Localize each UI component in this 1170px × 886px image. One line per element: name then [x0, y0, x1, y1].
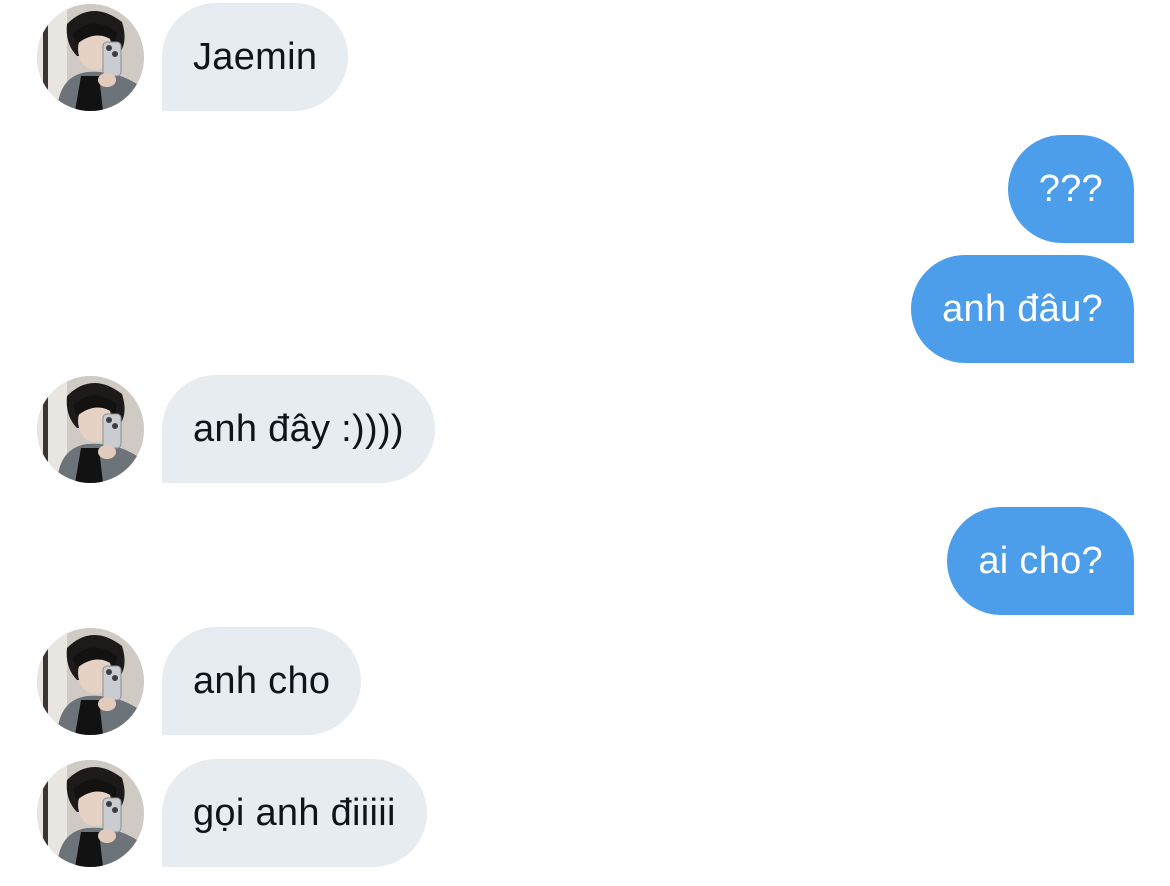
message-bubble-received[interactable]: anh cho [162, 627, 362, 735]
message-bubble-received[interactable]: Jaemin [162, 3, 349, 111]
message-bubble-sent[interactable]: anh đâu? [911, 255, 1134, 363]
message-bubble-received[interactable]: gọi anh điiiii [162, 759, 427, 867]
chat-thread: Jaemin ??? anh đâu? anh đây:)))) ai cho… [0, 0, 1170, 886]
message-row-sent: ??? [0, 135, 1170, 243]
message-bubble-sent[interactable]: ai cho? [947, 507, 1134, 615]
avatar[interactable] [37, 628, 144, 735]
message-row-received: Jaemin [0, 3, 1170, 111]
message-row-received: gọi anh điiiii [0, 759, 1170, 867]
message-row-received: anh đây :)))) [0, 375, 1170, 483]
avatar[interactable] [37, 760, 144, 867]
message-row-received: anh cho [0, 627, 1170, 735]
message-row-sent: ai cho? [0, 507, 1170, 615]
avatar[interactable] [37, 4, 144, 111]
avatar[interactable] [37, 376, 144, 483]
message-bubble-sent[interactable]: ??? [1007, 135, 1134, 243]
message-bubble-received[interactable]: anh đây :)))) [162, 375, 435, 483]
message-row-sent: anh đâu? [0, 255, 1170, 363]
